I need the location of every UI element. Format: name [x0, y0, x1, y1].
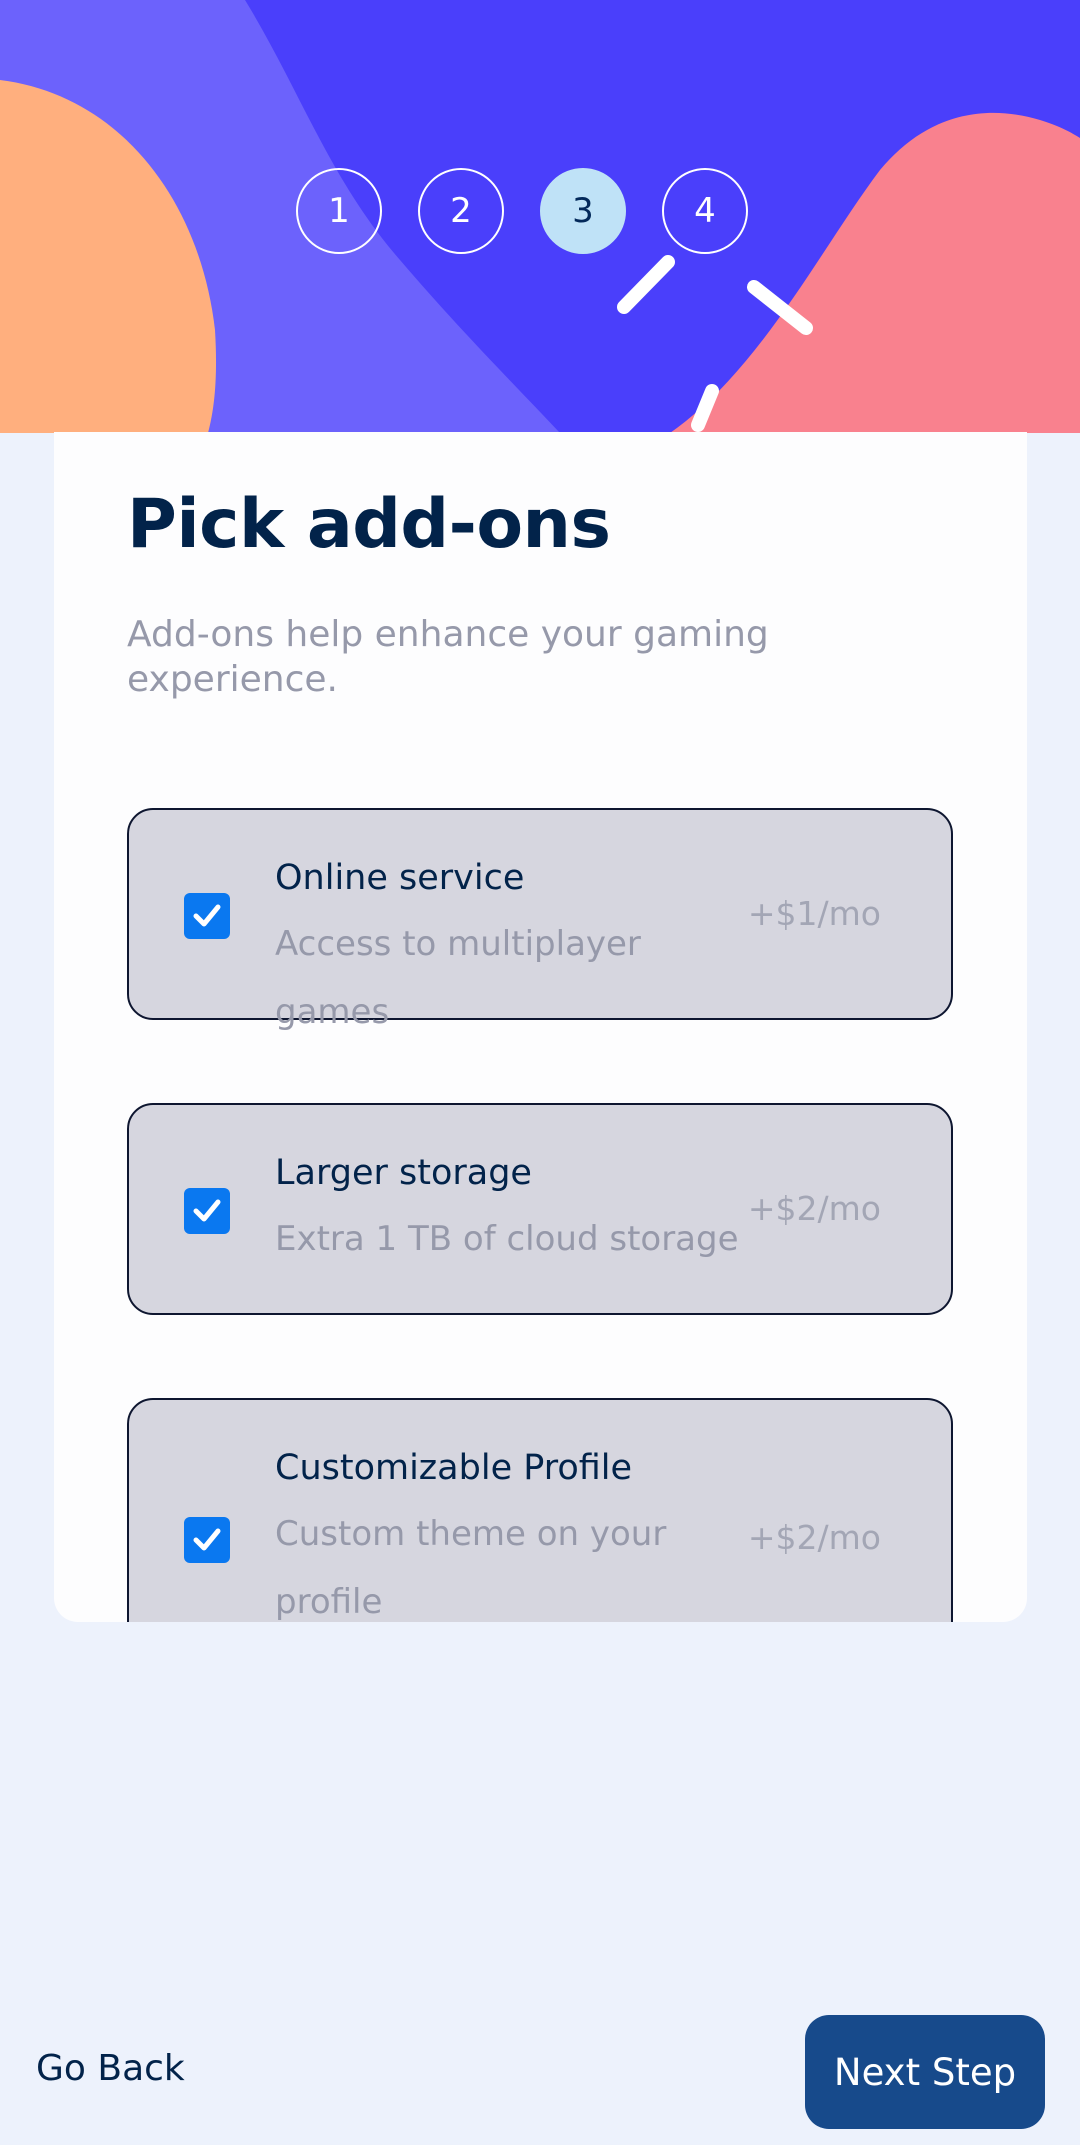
addon-price: +$2/mo — [747, 1518, 881, 1557]
addon-description: Extra 1 TB of cloud storage — [275, 1219, 739, 1259]
addon-option-customizable-profile[interactable]: Customizable Profile Custom theme on you… — [127, 1398, 953, 1622]
next-step-button[interactable]: Next Step — [805, 2015, 1045, 2129]
step-3-active[interactable]: 3 — [540, 168, 626, 254]
page: 1 2 3 4 Pick add-ons Add-ons help enhanc… — [0, 0, 1080, 2145]
addon-name: Larger storage — [275, 1153, 532, 1193]
addon-price: +$1/mo — [747, 894, 881, 933]
checkmark-icon — [193, 1528, 221, 1551]
page-title: Pick add-ons — [127, 485, 611, 564]
addon-option-online-service[interactable]: Online service Access to multiplayer gam… — [127, 808, 953, 1032]
checkbox-checked[interactable] — [184, 1188, 230, 1234]
addon-name: Online service — [275, 858, 525, 898]
checkmark-icon — [193, 904, 221, 927]
checkbox-checked[interactable] — [184, 893, 230, 939]
addon-description: Access to multiplayer games — [275, 924, 641, 1032]
addon-name: Customizable Profile — [275, 1448, 633, 1488]
step-4[interactable]: 4 — [662, 168, 748, 254]
step-indicator: 1 2 3 4 — [296, 168, 748, 256]
step-2[interactable]: 2 — [418, 168, 504, 254]
addon-option-larger-storage[interactable]: Larger storage Extra 1 TB of cloud stora… — [127, 1103, 953, 1315]
addons-card: Pick add-ons Add-ons help enhance your g… — [54, 432, 1027, 1622]
addon-description: Custom theme on your profile — [275, 1514, 667, 1622]
step-1[interactable]: 1 — [296, 168, 382, 254]
page-subtitle: Add-ons help enhance your gaming experie… — [127, 614, 769, 700]
header-illustration: 1 2 3 4 — [0, 0, 1080, 433]
checkmark-icon — [193, 1199, 221, 1222]
addon-price: +$2/mo — [747, 1189, 881, 1228]
checkbox-checked[interactable] — [184, 1517, 230, 1563]
go-back-link[interactable]: Go Back — [36, 2048, 185, 2089]
